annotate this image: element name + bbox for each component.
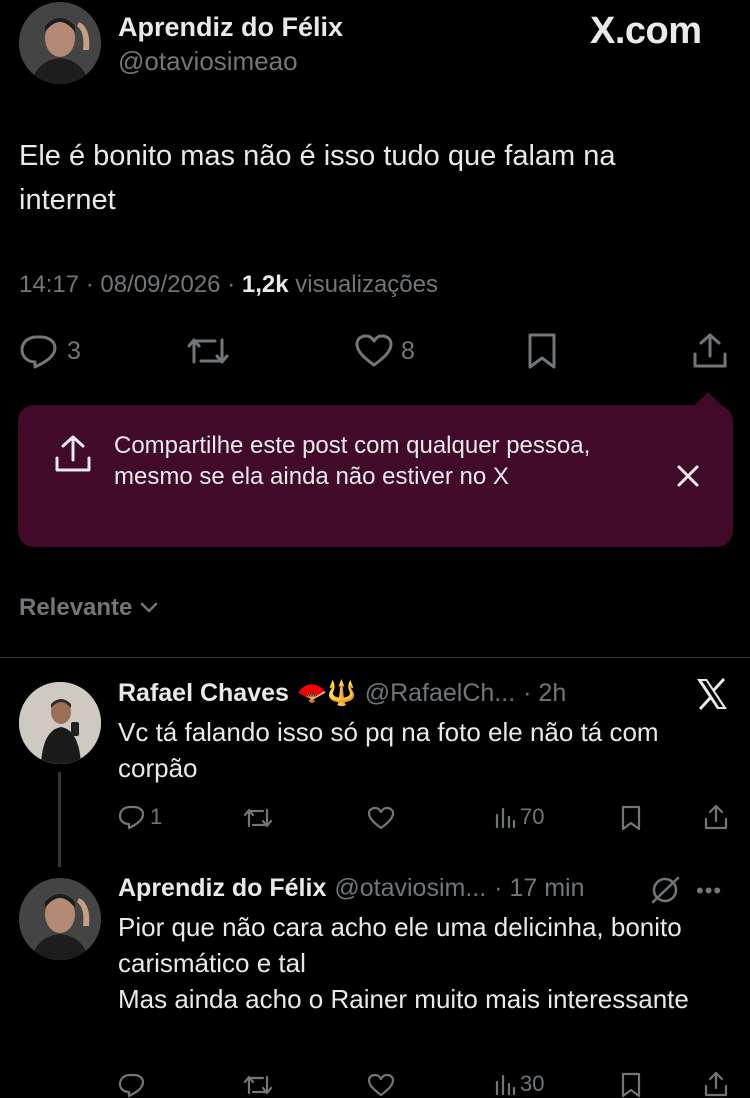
bookmark-icon bbox=[526, 332, 558, 370]
reply-avatar[interactable] bbox=[19, 878, 101, 960]
reply-reply-button[interactable]: 1 bbox=[118, 804, 162, 830]
sort-label: Relevante bbox=[19, 594, 133, 621]
reply-author-handle[interactable]: @RafaelCh... bbox=[365, 679, 515, 708]
reply-text: Vc tá falando isso só pq na foto ele não… bbox=[118, 717, 659, 783]
reply-avatar[interactable] bbox=[19, 682, 101, 764]
reply-bookmark-button[interactable] bbox=[620, 1072, 642, 1098]
reply-reply-button[interactable] bbox=[118, 1072, 146, 1098]
reply-author-emoji: 🪭🔱 bbox=[296, 680, 357, 707]
reply-time: · 17 min bbox=[494, 874, 585, 902]
share-icon bbox=[704, 804, 728, 830]
grok-icon[interactable] bbox=[650, 875, 682, 905]
reply-count: 3 bbox=[67, 336, 81, 365]
reply-repost-button[interactable] bbox=[243, 1073, 273, 1097]
repost-button[interactable] bbox=[186, 334, 230, 368]
repost-icon bbox=[186, 334, 230, 368]
reply-icon bbox=[118, 1072, 146, 1098]
post-meta: 14:17 · 08/09/2026 · 1,2k visualizações bbox=[19, 271, 438, 298]
views-count: 1,2k bbox=[241, 271, 289, 298]
post-text: Ele é bonito mas não é isso tudo que fal… bbox=[19, 140, 616, 216]
share-button[interactable] bbox=[692, 332, 728, 370]
reply-views-button[interactable]: 30 bbox=[494, 1071, 544, 1097]
bar-chart-icon bbox=[494, 805, 516, 829]
brand-logo: X.com bbox=[590, 10, 702, 52]
reply-like-button[interactable] bbox=[367, 1073, 395, 1097]
reply-reply-count: 1 bbox=[150, 804, 163, 829]
reply-share-button[interactable] bbox=[704, 1071, 728, 1097]
reply-icon bbox=[19, 333, 59, 369]
sort-dropdown[interactable]: Relevante bbox=[19, 594, 158, 622]
reply-like-button[interactable] bbox=[367, 806, 395, 830]
author-avatar[interactable] bbox=[19, 2, 101, 84]
bar-chart-icon bbox=[494, 1072, 516, 1096]
share-icon bbox=[692, 332, 728, 370]
heart-icon bbox=[355, 334, 393, 368]
thread-line bbox=[58, 772, 61, 867]
reply-repost-button[interactable] bbox=[243, 806, 273, 830]
reply-text: Pior que não cara acho ele uma delicinha… bbox=[118, 912, 689, 1014]
post-date: 08/09/2026 bbox=[100, 271, 221, 298]
reply-button[interactable]: 3 bbox=[19, 333, 81, 369]
reply-header: Rafael Chaves 🪭🔱 @RafaelCh... · 2h bbox=[118, 679, 566, 708]
like-count: 8 bbox=[401, 336, 415, 365]
repost-icon bbox=[243, 806, 273, 830]
heart-icon bbox=[367, 1073, 395, 1097]
chevron-down-icon bbox=[140, 602, 158, 614]
reply-bookmark-button[interactable] bbox=[620, 805, 642, 831]
bookmark-icon bbox=[620, 1072, 642, 1098]
share-banner-icon bbox=[54, 434, 92, 474]
reply-views-count: 70 bbox=[520, 804, 545, 829]
heart-icon bbox=[367, 806, 395, 830]
x-logo-icon bbox=[695, 678, 729, 710]
reply-author-handle[interactable]: @otaviosim... bbox=[334, 874, 486, 903]
bookmark-button[interactable] bbox=[526, 332, 558, 370]
views-label: visualizações bbox=[295, 271, 438, 298]
more-options-icon[interactable]: ••• bbox=[696, 878, 722, 904]
reply-views-count: 30 bbox=[520, 1071, 545, 1096]
bookmark-icon bbox=[620, 805, 642, 831]
reply-time: · 2h bbox=[523, 679, 567, 707]
share-icon bbox=[704, 1071, 728, 1097]
reply-views-button[interactable]: 70 bbox=[494, 804, 544, 830]
author-name[interactable]: Aprendiz do Félix bbox=[118, 12, 343, 43]
reply-author-name[interactable]: Rafael Chaves bbox=[118, 679, 289, 708]
avatar-photo bbox=[19, 878, 101, 960]
divider bbox=[0, 657, 750, 658]
reply-icon bbox=[118, 804, 146, 830]
author-handle[interactable]: @otaviosimeao bbox=[118, 46, 298, 77]
share-banner-text: Compartilhe este post com qualquer pesso… bbox=[114, 432, 591, 490]
avatar-photo bbox=[19, 2, 101, 84]
close-icon[interactable] bbox=[675, 463, 701, 489]
post-time: 14:17 bbox=[19, 271, 80, 298]
avatar-photo bbox=[19, 682, 101, 764]
repost-icon bbox=[243, 1073, 273, 1097]
reply-header: Aprendiz do Félix @otaviosim... · 17 min bbox=[118, 874, 584, 903]
like-button[interactable]: 8 bbox=[355, 334, 415, 368]
reply-share-button[interactable] bbox=[704, 804, 728, 830]
reply-author-name[interactable]: Aprendiz do Félix bbox=[118, 874, 326, 903]
